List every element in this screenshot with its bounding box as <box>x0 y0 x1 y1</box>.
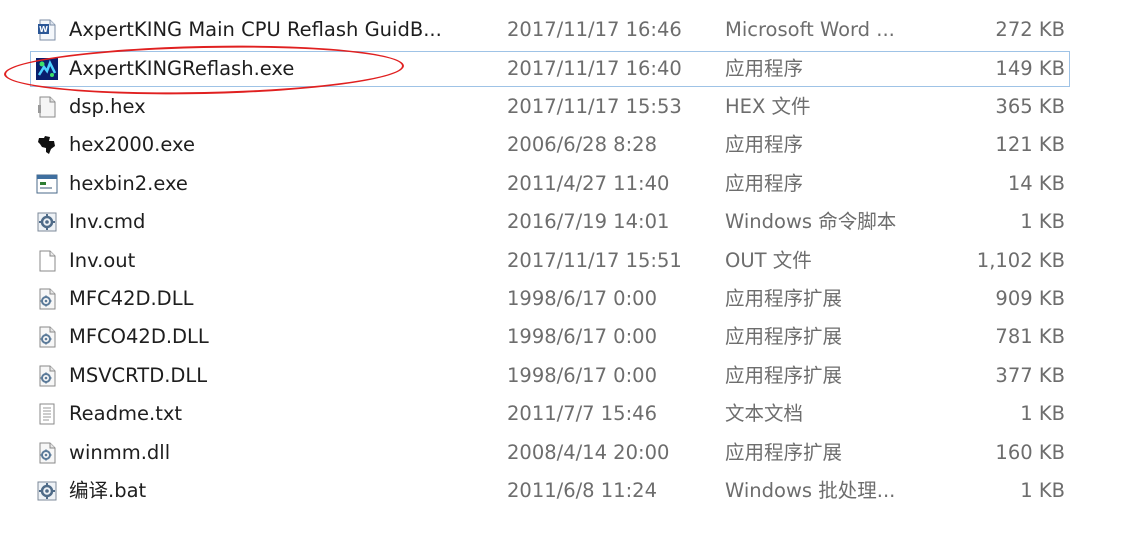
file-size: 14 KB <box>1007 172 1065 195</box>
file-name: hex2000.exe <box>69 133 195 156</box>
file-icon-cell <box>33 436 59 470</box>
file-size: 1 KB <box>1020 402 1065 425</box>
file-name: MFCO42D.DLL <box>69 325 209 348</box>
file-date: 1998/6/17 0:00 <box>507 325 657 348</box>
file-row[interactable]: W AxpertKING Main CPU Reflash GuidB... 2… <box>30 12 1070 48</box>
file-type: HEX 文件 <box>725 95 811 118</box>
file-icon-cell <box>33 474 59 508</box>
file-row[interactable]: hex2000.exe 2006/6/28 8:28 应用程序 121 KB <box>30 127 1070 163</box>
file-size: 149 KB <box>995 57 1065 80</box>
file-date: 2011/4/27 11:40 <box>507 172 670 195</box>
file-size: 160 KB <box>995 441 1065 464</box>
svg-text:W: W <box>39 25 48 34</box>
file-row[interactable]: dsp.hex 2017/11/17 15:53 HEX 文件 365 KB <box>30 89 1070 125</box>
file-size: 121 KB <box>995 133 1065 156</box>
file-size: 365 KB <box>995 95 1065 118</box>
file-size: 377 KB <box>995 364 1065 387</box>
file-name: AxpertKINGReflash.exe <box>69 57 295 80</box>
file-type: 应用程序 <box>725 57 804 80</box>
file-date: 2011/7/7 15:46 <box>507 402 657 425</box>
file-size: 1 KB <box>1020 210 1065 233</box>
file-icon-cell <box>33 320 59 354</box>
dll-gear-icon <box>35 287 59 311</box>
file-type: 应用程序 <box>725 133 804 156</box>
file-row[interactable]: Readme.txt 2011/7/7 15:46 文本文档 1 KB <box>30 396 1070 432</box>
file-icon-cell <box>33 282 59 316</box>
file-type: 应用程序扩展 <box>725 364 843 387</box>
file-name: AxpertKING Main CPU Reflash GuidB... <box>69 18 442 41</box>
file-name: MFC42D.DLL <box>69 287 194 310</box>
file-row[interactable]: hexbin2.exe 2011/4/27 11:40 应用程序 14 KB <box>30 166 1070 202</box>
file-size: 909 KB <box>995 287 1065 310</box>
file-name: hexbin2.exe <box>69 172 188 195</box>
file-name: dsp.hex <box>69 95 146 118</box>
file-row[interactable]: MFC42D.DLL 1998/6/17 0:00 应用程序扩展 909 KB <box>30 281 1070 317</box>
file-row[interactable]: winmm.dll 2008/4/14 20:00 应用程序扩展 160 KB <box>30 435 1070 471</box>
dll-gear-icon <box>35 364 59 388</box>
file-icon-cell <box>33 167 59 201</box>
gear-script-icon <box>35 479 59 503</box>
file-icon-cell <box>33 205 59 239</box>
file-type: 应用程序扩展 <box>725 287 843 310</box>
file-name: winmm.dll <box>69 441 171 464</box>
reflash-app-icon <box>35 57 59 81</box>
file-date: 1998/6/17 0:00 <box>507 287 657 310</box>
file-size: 1,102 KB <box>976 249 1065 272</box>
file-name: Inv.cmd <box>69 210 146 233</box>
file-date: 2011/6/8 11:24 <box>507 479 657 502</box>
file-icon-cell <box>33 397 59 431</box>
blank-file-icon <box>35 249 59 273</box>
dll-gear-icon <box>35 325 59 349</box>
generic-file-icon <box>35 95 59 119</box>
file-date: 2017/11/17 16:40 <box>507 57 682 80</box>
file-icon-cell: W <box>33 13 59 47</box>
file-row[interactable]: Inv.out 2017/11/17 15:51 OUT 文件 1,102 KB <box>30 243 1070 279</box>
window-app-icon <box>35 172 59 196</box>
file-date: 2016/7/19 14:01 <box>507 210 670 233</box>
file-name: Inv.out <box>69 249 136 272</box>
file-row[interactable]: MSVCRTD.DLL 1998/6/17 0:00 应用程序扩展 377 KB <box>30 358 1070 394</box>
file-size: 272 KB <box>995 18 1065 41</box>
file-icon-cell <box>33 359 59 393</box>
file-size: 1 KB <box>1020 479 1065 502</box>
file-type: OUT 文件 <box>725 249 812 272</box>
file-date: 2017/11/17 16:46 <box>507 18 682 41</box>
file-icon-cell <box>33 52 59 86</box>
file-icon-cell <box>33 90 59 124</box>
file-name: 编译.bat <box>69 479 147 502</box>
file-date: 1998/6/17 0:00 <box>507 364 657 387</box>
file-list: W AxpertKING Main CPU Reflash GuidB... 2… <box>0 0 1145 534</box>
file-date: 2008/4/14 20:00 <box>507 441 670 464</box>
file-date: 2017/11/17 15:53 <box>507 95 682 118</box>
file-icon-cell <box>33 244 59 278</box>
file-icon-cell <box>33 128 59 162</box>
word-doc-icon: W <box>35 18 59 42</box>
ti-logo-icon <box>35 133 59 157</box>
text-file-icon <box>35 402 59 426</box>
file-row[interactable]: Inv.cmd 2016/7/19 14:01 Windows 命令脚本 1 K… <box>30 204 1070 240</box>
file-size: 781 KB <box>995 325 1065 348</box>
dll-gear-icon <box>35 441 59 465</box>
file-type: Windows 批处理... <box>725 479 896 502</box>
gear-script-icon <box>35 210 59 234</box>
file-row-selected[interactable]: AxpertKINGReflash.exe 2017/11/17 16:40 应… <box>30 51 1070 87</box>
file-type: 应用程序扩展 <box>725 441 843 464</box>
file-row[interactable]: 编译.bat 2011/6/8 11:24 Windows 批处理... 1 K… <box>30 473 1070 509</box>
file-date: 2017/11/17 15:51 <box>507 249 682 272</box>
file-row[interactable]: MFCO42D.DLL 1998/6/17 0:00 应用程序扩展 781 KB <box>30 319 1070 355</box>
file-type: 应用程序 <box>725 172 804 195</box>
file-type: 应用程序扩展 <box>725 325 843 348</box>
file-type: Windows 命令脚本 <box>725 210 897 233</box>
file-type: 文本文档 <box>725 402 804 425</box>
file-name: Readme.txt <box>69 402 183 425</box>
file-date: 2006/6/28 8:28 <box>507 133 657 156</box>
file-type: Microsoft Word ... <box>725 18 895 41</box>
file-name: MSVCRTD.DLL <box>69 364 208 387</box>
